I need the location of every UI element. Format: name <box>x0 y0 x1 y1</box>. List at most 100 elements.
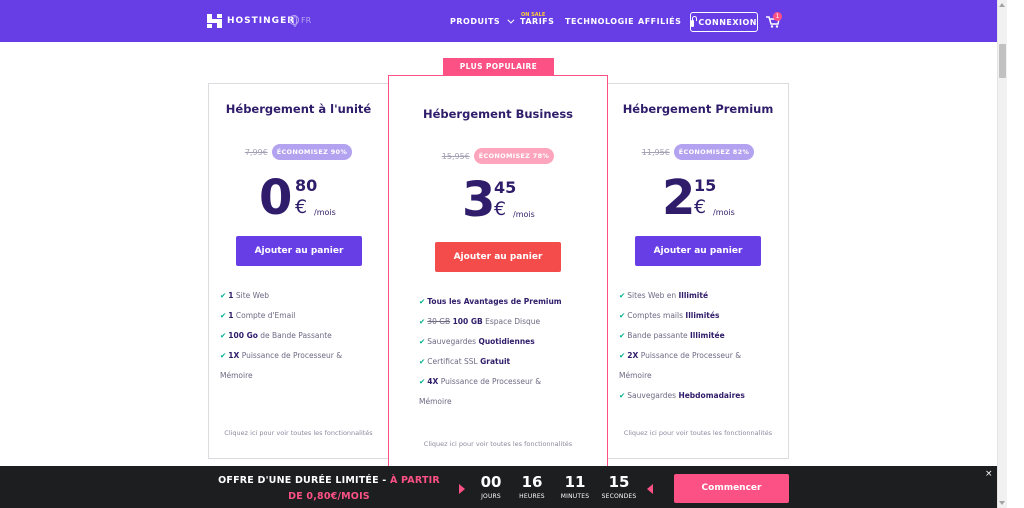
feature-item: ✔ Sauvegardes Hebdomadaires <box>619 391 745 400</box>
scroll-down-arrow-icon[interactable] <box>999 501 1005 505</box>
feature-item: ✔ Certificat SSL Gratuit <box>419 357 511 366</box>
hostinger-logo-icon <box>207 14 222 28</box>
price-period: /mois <box>713 208 735 217</box>
check-icon: ✔ <box>619 391 626 400</box>
plan-discount-row: 11,95€ ÉCONOMISEZ 82% <box>608 144 788 160</box>
check-icon: ✔ <box>419 297 426 306</box>
price-cents: 15 <box>694 176 717 195</box>
add-to-cart-button[interactable]: Ajouter au panier <box>236 236 362 266</box>
check-icon: ✔ <box>619 331 626 340</box>
nav-products-label: PRODUITS <box>450 17 501 26</box>
plan-price: 3 45 € /mois <box>462 176 552 226</box>
plan-discount-row: 7,99€ ÉCONOMISEZ 90% <box>209 144 388 160</box>
chevron-down-icon <box>507 16 515 24</box>
login-label: CONNEXION <box>698 17 757 27</box>
close-icon[interactable]: × <box>985 469 993 479</box>
triangle-right-icon <box>459 484 465 494</box>
plan-card-premium: Hébergement Premium 11,95€ ÉCONOMISEZ 82… <box>607 83 789 459</box>
feature-list: ✔ 1 Site Web ✔ 1 Compte d'Email ✔ 100 Go de… <box>220 286 385 386</box>
feature-item: ✔ Tous les Avantages de Premium <box>419 297 562 306</box>
see-all-features-link[interactable]: Cliquez ici pour voir toutes les fonctio… <box>209 429 388 437</box>
check-icon: ✔ <box>619 351 626 360</box>
check-icon: ✔ <box>619 291 626 300</box>
lock-icon <box>691 15 698 27</box>
plan-price: 2 15 € /mois <box>662 174 752 224</box>
plan-card-business: Hébergement Business 15,95€ ÉCONOMISEZ 7… <box>388 75 608 470</box>
check-icon: ✔ <box>220 311 227 320</box>
price-period: /mois <box>513 210 535 219</box>
price-currency: € <box>694 196 707 218</box>
feature-list: ✔ Sites Web en Illimité ✔ Comptes mails Il… <box>619 286 787 406</box>
plan-title: Hébergement à l'unité <box>225 102 372 116</box>
old-price: 11,95€ <box>641 147 670 157</box>
top-navbar: HOSTINGER FR PRODUITS ON SALE TARIFS TEC… <box>0 0 997 42</box>
timer-hours: 16 HEURES <box>519 473 545 500</box>
feature-item: ✔ Sites Web en Illimité <box>619 291 709 300</box>
nav-technology[interactable]: TECHNOLOGIE <box>565 17 634 26</box>
plan-price: 0 80 € /mois <box>259 174 349 224</box>
check-icon: ✔ <box>220 351 227 360</box>
offer-line1: OFFRE D'UNE DURÉE LIMITÉE - <box>218 475 390 486</box>
price-integer: 2 <box>662 170 696 226</box>
offer-line1-highlight: À PARTIR <box>389 475 440 486</box>
old-price: 7,99€ <box>244 147 268 157</box>
check-icon: ✔ <box>419 377 426 386</box>
nav-products[interactable]: PRODUITS <box>450 16 515 26</box>
plan-title: Hébergement Premium <box>622 102 774 116</box>
most-popular-badge: PLUS POPULAIRE <box>443 58 554 76</box>
see-all-features-link[interactable]: Cliquez ici pour voir toutes les fonctio… <box>389 440 607 448</box>
feature-item: Mémoire <box>619 371 652 380</box>
feature-item: ✔ Bande passante Illimitée <box>619 331 725 340</box>
check-icon: ✔ <box>220 291 227 300</box>
feature-item: ✔ 30 GB 100 GB Espace Disque <box>419 317 541 326</box>
feature-list: ✔ Tous les Avantages de Premium ✔ 30 GB 10… <box>419 292 599 412</box>
plan-discount-row: 15,95€ ÉCONOMISEZ 78% <box>389 148 607 164</box>
offer-line2: DE 0,80€/MOIS <box>288 491 370 502</box>
language-code: FR <box>301 15 312 25</box>
plan-card-single: Hébergement à l'unité 7,99€ ÉCONOMISEZ 9… <box>208 83 389 459</box>
price-integer: 3 <box>462 172 496 228</box>
discount-badge: ÉCONOMISEZ 78% <box>473 148 555 164</box>
feature-item: ✔ 2X Puissance de Processeur & <box>619 351 742 360</box>
feature-item: ✔ 1X Puissance de Processeur & <box>220 351 343 360</box>
start-button[interactable]: Commencer <box>674 474 789 503</box>
nav-affiliates[interactable]: AFFILIÉS <box>638 17 681 26</box>
triangle-left-icon <box>647 484 653 494</box>
check-icon: ✔ <box>419 337 426 346</box>
brand-name: HOSTINGER <box>227 16 296 26</box>
add-to-cart-button[interactable]: Ajouter au panier <box>635 236 761 266</box>
globe-icon <box>289 15 299 27</box>
price-currency: € <box>494 198 507 220</box>
page-scrollbar[interactable] <box>997 0 1007 508</box>
price-cents: 80 <box>295 176 318 195</box>
add-to-cart-button[interactable]: Ajouter au panier <box>435 242 561 272</box>
timer-minutes: 11 MINUTES <box>560 473 590 500</box>
see-all-features-link[interactable]: Cliquez ici pour voir toutes les fonctio… <box>608 429 788 437</box>
timer-days: 00 JOURS <box>480 473 502 500</box>
feature-item: ✔ 1 Compte d'Email <box>220 311 296 320</box>
cart-count-badge: 1 <box>773 12 782 21</box>
scroll-up-arrow-icon[interactable] <box>999 3 1005 7</box>
check-icon: ✔ <box>220 331 227 340</box>
check-icon: ✔ <box>419 357 426 366</box>
check-icon: ✔ <box>419 317 426 326</box>
language-selector[interactable]: FR <box>289 15 312 27</box>
offer-text: OFFRE D'UNE DURÉE LIMITÉE - À PARTIR DE … <box>205 473 453 505</box>
price-currency: € <box>295 196 308 218</box>
brand-logo[interactable]: HOSTINGER <box>207 14 295 28</box>
scrollbar-thumb[interactable] <box>999 44 1006 78</box>
feature-item: ✔ 4X Puissance de Processeur & <box>419 377 542 386</box>
nav-pricing[interactable]: TARIFS <box>520 17 554 26</box>
check-icon: ✔ <box>619 311 626 320</box>
feature-item: Mémoire <box>419 397 452 406</box>
discount-badge: ÉCONOMISEZ 82% <box>673 144 755 160</box>
price-period: /mois <box>314 208 336 217</box>
feature-item: ✔ Sauvegardes Quotidiennes <box>419 337 535 346</box>
login-button[interactable]: CONNEXION <box>690 12 758 32</box>
feature-item: ✔ 1 Site Web <box>220 291 270 300</box>
timer-seconds: 15 SECONDES <box>601 473 637 500</box>
old-price: 15,95€ <box>441 151 470 161</box>
price-cents: 45 <box>494 178 517 197</box>
discount-badge: ÉCONOMISEZ 90% <box>271 144 353 160</box>
feature-item: Mémoire <box>220 371 253 380</box>
